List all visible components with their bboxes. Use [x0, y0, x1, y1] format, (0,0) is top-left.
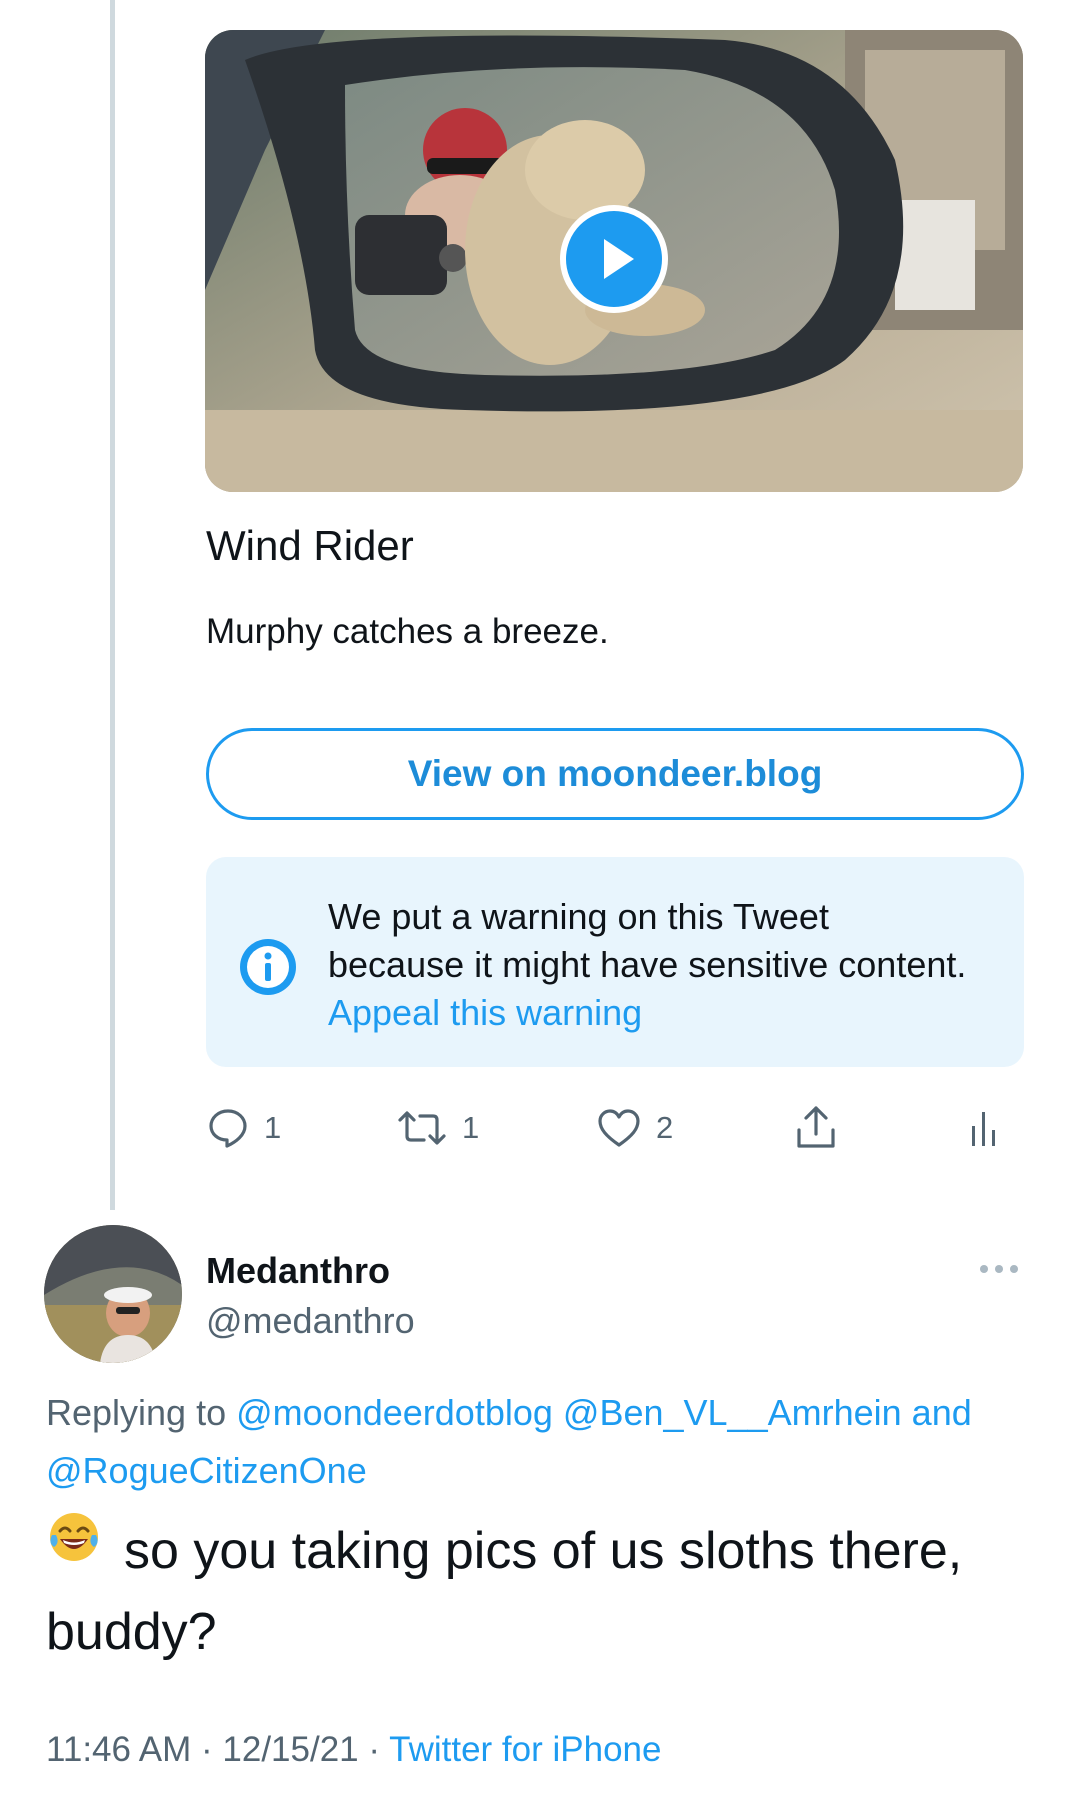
separator-dot: ·: [201, 1730, 213, 1769]
tweet-metadata: 11:46 AM · 12/15/21 · Twitter for iPhone: [46, 1730, 661, 1770]
like-count: 2: [656, 1110, 674, 1145]
thread-connector-line: [110, 0, 115, 1210]
tweet-action-bar: 1 1 2: [206, 1100, 1024, 1156]
card-title: Wind Rider: [206, 522, 414, 569]
mention-link[interactable]: @RogueCitizenOne: [46, 1450, 367, 1491]
display-name[interactable]: Medanthro: [206, 1250, 390, 1292]
retweet-button[interactable]: 1: [396, 1100, 479, 1156]
info-icon: [240, 939, 296, 995]
tears-of-joy-emoji: [46, 1509, 102, 1587]
retweet-count: 1: [462, 1110, 480, 1145]
avatar[interactable]: [44, 1225, 182, 1363]
avatar-image: [44, 1225, 182, 1363]
more-options-icon[interactable]: [978, 1262, 1020, 1276]
warning-message: We put a warning on this Tweet because i…: [328, 893, 968, 1037]
play-icon: [604, 239, 634, 279]
replying-to-line: Replying to @moondeerdotblog @Ben_VL__Am…: [46, 1384, 1006, 1500]
card-description: Murphy catches a breeze.: [206, 612, 609, 651]
video-thumbnail[interactable]: [205, 30, 1023, 492]
and-word: and: [911, 1392, 972, 1433]
reply-icon: [209, 1109, 247, 1148]
share-button[interactable]: [794, 1100, 838, 1156]
share-icon: [797, 1106, 835, 1148]
like-button[interactable]: 2: [596, 1100, 673, 1156]
user-handle[interactable]: @medanthro: [206, 1300, 415, 1342]
sensitive-content-notice: We put a warning on this Tweet because i…: [206, 857, 1024, 1067]
heart-icon: [598, 1109, 640, 1147]
play-button[interactable]: [560, 205, 668, 313]
reply-button[interactable]: 1: [206, 1100, 281, 1156]
analytics-button[interactable]: [966, 1100, 1002, 1156]
laughing-emoji-icon: [50, 1513, 98, 1562]
analytics-icon: [972, 1112, 995, 1146]
appeal-warning-link[interactable]: Appeal this warning: [328, 992, 642, 1033]
mention-link[interactable]: @Ben_VL__Amrhein: [563, 1392, 902, 1433]
view-on-site-button[interactable]: View on moondeer.blog: [206, 728, 1024, 820]
tweet-source-link[interactable]: Twitter for iPhone: [389, 1730, 661, 1769]
tweet-date: 12/15/21: [222, 1730, 359, 1769]
replying-to-label: Replying to: [46, 1392, 227, 1433]
separator-dot: ·: [368, 1730, 381, 1769]
tweet-time: 11:46 AM: [46, 1730, 192, 1769]
mention-link[interactable]: @moondeerdotblog: [236, 1392, 553, 1433]
tweet-body: so you taking pics of us sloths there, b…: [46, 1512, 1026, 1671]
retweet-icon: [398, 1111, 446, 1145]
reply-count: 1: [264, 1110, 282, 1145]
warning-text: We put a warning on this Tweet because i…: [328, 896, 967, 985]
tweet-text: so you taking pics of us sloths there, b…: [46, 1522, 963, 1662]
